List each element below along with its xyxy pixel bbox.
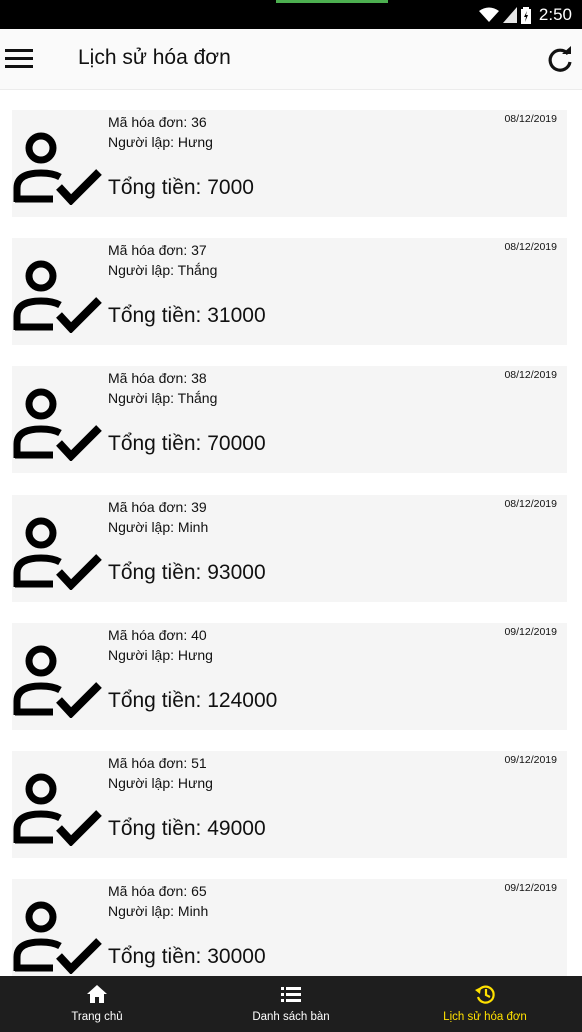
nav-item-invoice-history[interactable]: Lịch sử hóa đơn	[388, 976, 582, 1032]
list-icon	[281, 987, 301, 1002]
invoice-code: Mã hóa đơn: 36	[108, 114, 207, 130]
refresh-icon	[548, 46, 572, 72]
invoice-card[interactable]: Mã hóa đơn: 51 Người lập: Hưng 09/12/201…	[12, 751, 567, 858]
signal-icon	[502, 7, 517, 23]
invoice-card[interactable]: Mã hóa đơn: 65 Người lập: Minh 09/12/201…	[12, 879, 567, 976]
invoice-code: Mã hóa đơn: 37	[108, 242, 207, 258]
invoice-creator: Người lập: Minh	[108, 903, 209, 919]
invoice-date: 08/12/2019	[504, 241, 557, 253]
invoice-creator: Người lập: Hưng	[108, 775, 213, 791]
battery-icon	[520, 6, 531, 24]
invoice-total: Tổng tiền: 31000	[108, 304, 266, 327]
invoice-card[interactable]: Mã hóa đơn: 39 Người lập: Minh 08/12/201…	[12, 495, 567, 602]
home-icon	[87, 985, 107, 1003]
menu-button[interactable]	[4, 44, 34, 74]
invoice-total: Tổng tiền: 70000	[108, 432, 266, 455]
status-accent-line	[276, 0, 388, 3]
nav-item-home[interactable]: Trang chủ	[0, 976, 194, 1032]
bottom-navigation: Trang chủ Danh sách bàn Lịch sử hóa đơn	[0, 976, 582, 1032]
user-check-icon	[13, 645, 102, 718]
invoice-code: Mã hóa đơn: 65	[108, 883, 207, 899]
wifi-icon	[478, 7, 499, 22]
invoice-creator: Người lập: Hưng	[108, 647, 213, 663]
nav-label-invoice-history: Lịch sử hóa đơn	[443, 1011, 527, 1023]
nav-item-table-list[interactable]: Danh sách bàn	[194, 976, 388, 1032]
invoice-total: Tổng tiền: 7000	[108, 176, 254, 199]
status-bar: 2:50	[0, 0, 582, 29]
user-check-icon	[13, 132, 102, 205]
invoice-date: 08/12/2019	[504, 369, 557, 381]
invoice-code: Mã hóa đơn: 40	[108, 627, 207, 643]
user-check-icon	[13, 773, 102, 846]
invoice-date: 08/12/2019	[504, 498, 557, 510]
invoice-card[interactable]: Mã hóa đơn: 37 Người lập: Thắng 08/12/20…	[12, 238, 567, 345]
invoice-total: Tổng tiền: 30000	[108, 945, 266, 968]
user-check-icon	[13, 260, 102, 333]
user-check-icon	[13, 517, 102, 590]
menu-icon	[5, 49, 33, 68]
invoice-total: Tổng tiền: 93000	[108, 561, 266, 584]
invoice-code: Mã hóa đơn: 38	[108, 370, 207, 386]
invoice-card[interactable]: Mã hóa đơn: 38 Người lập: Thắng 08/12/20…	[12, 366, 567, 473]
invoice-card[interactable]: Mã hóa đơn: 40 Người lập: Hưng 09/12/201…	[12, 623, 567, 730]
user-check-icon	[13, 901, 102, 974]
user-check-icon	[13, 388, 102, 461]
invoice-date: 09/12/2019	[504, 626, 557, 638]
history-icon	[475, 985, 495, 1004]
invoice-total: Tổng tiền: 49000	[108, 817, 266, 840]
status-icons: 2:50	[478, 5, 572, 25]
nav-label-home: Trang chủ	[71, 1011, 123, 1023]
invoice-date: 09/12/2019	[504, 754, 557, 766]
invoice-date: 08/12/2019	[504, 113, 557, 125]
refresh-button[interactable]	[545, 45, 575, 75]
invoice-creator: Người lập: Thắng	[108, 390, 218, 406]
page-title: Lịch sử hóa đơn	[78, 46, 231, 69]
nav-label-table-list: Danh sách bàn	[252, 1011, 330, 1023]
invoice-card[interactable]: Mã hóa đơn: 36 Người lập: Hưng 08/12/201…	[12, 110, 567, 217]
invoice-creator: Người lập: Thắng	[108, 262, 218, 278]
app-bar: Lịch sử hóa đơn	[0, 29, 582, 90]
invoice-creator: Người lập: Hưng	[108, 134, 213, 150]
status-time: 2:50	[538, 5, 572, 24]
invoice-total: Tổng tiền: 124000	[108, 689, 278, 712]
invoice-creator: Người lập: Minh	[108, 519, 209, 535]
invoice-date: 09/12/2019	[504, 882, 557, 894]
invoice-code: Mã hóa đơn: 51	[108, 755, 207, 771]
invoice-list[interactable]: Mã hóa đơn: 36 Người lập: Hưng 08/12/201…	[0, 89, 582, 976]
invoice-code: Mã hóa đơn: 39	[108, 499, 207, 515]
